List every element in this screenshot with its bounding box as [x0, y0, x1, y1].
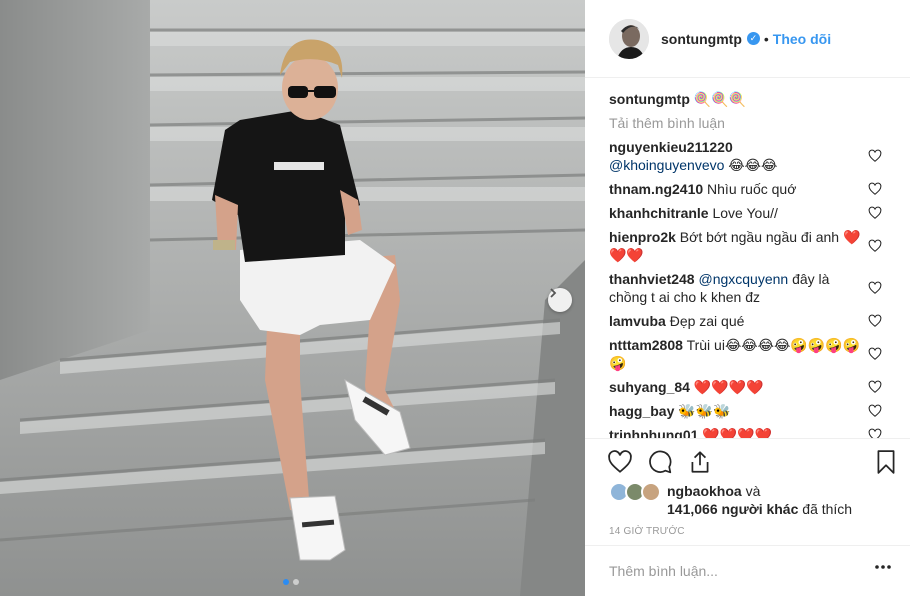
comment-text: Love You// — [712, 205, 778, 221]
comment-text: Nhìu ruốc quớ — [707, 181, 797, 197]
like-comment-heart-icon[interactable] — [868, 239, 882, 253]
photo-illustration — [0, 0, 585, 596]
caption-text: 🍭🍭🍭 — [693, 91, 747, 107]
likers-avatars[interactable] — [609, 482, 663, 502]
like-comment-heart-icon[interactable] — [868, 404, 882, 418]
like-comment-heart-icon[interactable] — [868, 428, 882, 438]
comment-item: hagg_bay 🐝🐝🐝 — [609, 402, 910, 420]
caption-username[interactable]: sontungmtp — [609, 91, 690, 107]
post-details-panel: sontungmtp ✓ • Theo dõi sontungmtp 🍭🍭🍭 T… — [585, 0, 910, 596]
load-more-comments-button[interactable]: Tải thêm bình luận — [609, 114, 910, 132]
bookmark-icon[interactable] — [873, 449, 899, 475]
carousel-dot — [293, 579, 299, 585]
author-username[interactable]: sontungmtp — [661, 31, 742, 47]
post-photo[interactable] — [0, 0, 585, 596]
comments-list[interactable]: sontungmtp 🍭🍭🍭 Tải thêm bình luận nguyen… — [585, 78, 910, 438]
like-comment-heart-icon[interactable] — [868, 314, 882, 328]
liker-avatar — [641, 482, 661, 502]
follow-button[interactable]: Theo dõi — [773, 31, 831, 47]
comment-icon[interactable] — [647, 449, 673, 475]
like-comment-heart-icon[interactable] — [868, 149, 882, 163]
like-comment-heart-icon[interactable] — [868, 347, 882, 361]
comment-username[interactable]: trinhphung01 — [609, 427, 698, 438]
comment-username[interactable]: suhyang_84 — [609, 379, 690, 395]
like-comment-heart-icon[interactable] — [868, 182, 882, 196]
post-header: sontungmtp ✓ • Theo dõi — [585, 0, 910, 78]
liker-username[interactable]: ngbaokhoa — [667, 483, 742, 499]
comment-item: khanhchitranle Love You// — [609, 204, 910, 222]
avatar-image — [609, 18, 649, 59]
comment-username[interactable]: hagg_bay — [609, 403, 674, 419]
heart-icon[interactable] — [607, 449, 633, 475]
author-avatar[interactable] — [609, 18, 649, 59]
post-timestamp[interactable]: 14 giờ trước — [609, 526, 685, 537]
add-comment-bar — [585, 545, 910, 596]
comment-item: nguyenkieu211220 @khoinguyenvevo 😂😂😂 — [609, 138, 910, 174]
likes-line-2: 141,066 người khác đã thích — [667, 500, 852, 518]
like-comment-heart-icon[interactable] — [868, 206, 882, 220]
verified-badge-icon: ✓ — [746, 32, 760, 45]
carousel-dot-active — [283, 579, 289, 585]
header-separator: • — [763, 30, 769, 47]
comment-username[interactable]: thanhviet248 — [609, 271, 695, 287]
post-caption: sontungmtp 🍭🍭🍭 — [609, 88, 910, 110]
comment-username[interactable]: thnam.ng2410 — [609, 181, 703, 197]
like-comment-heart-icon[interactable] — [868, 380, 882, 394]
comment-text: Đẹp zai qué — [669, 313, 745, 329]
comment-username[interactable]: nguyenkieu211220 — [609, 139, 733, 155]
action-bar — [585, 438, 910, 484]
comment-item: suhyang_84 ❤️❤️❤️❤️ — [609, 378, 910, 396]
add-comment-input[interactable] — [609, 563, 849, 579]
more-options-icon[interactable] — [874, 564, 892, 570]
comment-username[interactable]: ntttam2808 — [609, 337, 683, 353]
share-icon[interactable] — [687, 449, 713, 475]
comment-item: thanhviet248 @ngxcquyenn đây là chồng t … — [609, 270, 910, 306]
comment-item: thnam.ng2410 Nhìu ruốc quớ — [609, 180, 910, 198]
comment-item: trinhphung01 ❤️❤️❤️❤️ — [609, 426, 910, 438]
next-photo-button[interactable] — [548, 288, 572, 312]
likes-suffix: đã thích — [802, 501, 853, 517]
comment-item: lamvuba Đẹp zai qué — [609, 312, 910, 330]
carousel-indicator — [283, 579, 299, 585]
like-comment-heart-icon[interactable] — [868, 281, 882, 295]
comment-username[interactable]: lamvuba — [609, 313, 666, 329]
comment-mention[interactable]: @ngxcquyenn — [698, 271, 788, 287]
comment-username[interactable]: hienpro2k — [609, 229, 676, 245]
comment-mention[interactable]: @khoinguyenvevo — [609, 157, 724, 173]
comment-text: 😂😂😂 — [728, 157, 778, 173]
comment-text: 🐝🐝🐝 — [678, 403, 731, 419]
comment-item: ntttam2808 Trùi ui😂😂😂😂🤪🤪🤪🤪🤪 — [609, 336, 910, 372]
comment-text: ❤️❤️❤️❤️ — [702, 427, 773, 438]
likes-count[interactable]: 141,066 người khác — [667, 501, 798, 517]
comment-username[interactable]: khanhchitranle — [609, 205, 709, 221]
likes-and-text: và — [745, 483, 761, 499]
comment-item: hienpro2k Bớt bớt ngầu ngầu đi anh ❤️❤️❤… — [609, 228, 910, 264]
likes-line-1: ngbaokhoa và — [667, 482, 760, 500]
comment-text: ❤️❤️❤️❤️ — [693, 379, 764, 395]
chevron-right-icon — [550, 288, 557, 298]
